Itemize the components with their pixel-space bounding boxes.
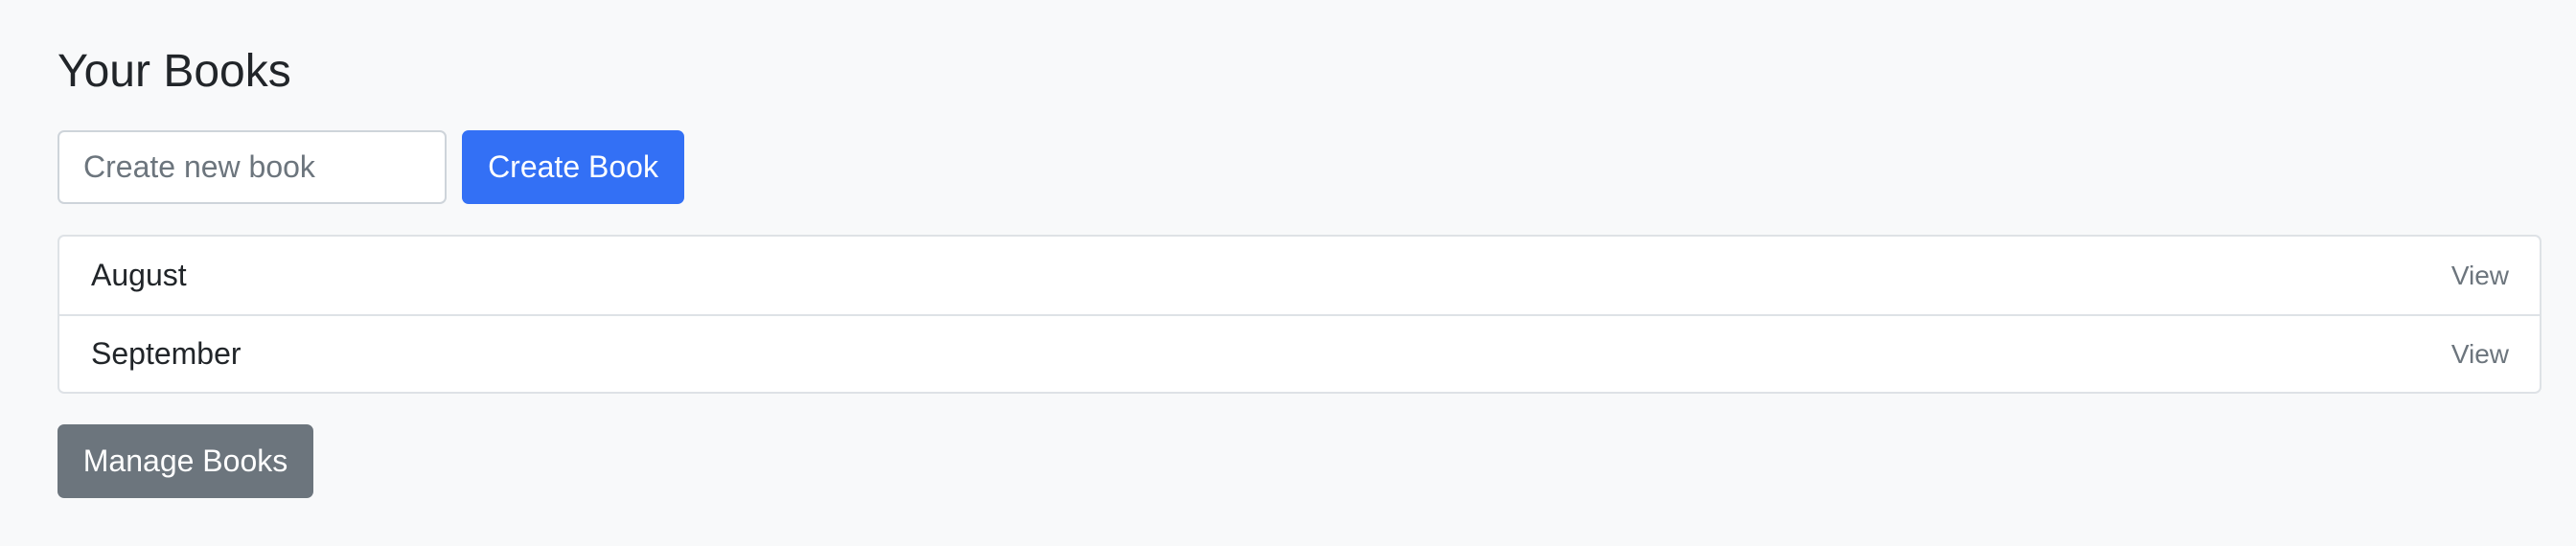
manage-books-button[interactable]: Manage Books	[58, 424, 313, 498]
view-book-link[interactable]: View	[2451, 261, 2509, 291]
list-item: August View	[59, 237, 2540, 314]
create-book-button[interactable]: Create Book	[462, 130, 684, 204]
page-title: Your Books	[58, 46, 291, 97]
view-book-link[interactable]: View	[2451, 339, 2509, 370]
book-name: August	[91, 258, 187, 292]
manage-section: Manage Books	[58, 424, 313, 498]
list-item: September View	[59, 314, 2540, 392]
book-name: September	[91, 336, 242, 371]
book-list: August View September View	[58, 235, 2542, 394]
create-book-form: Create Book	[58, 130, 684, 204]
new-book-input[interactable]	[58, 130, 447, 204]
